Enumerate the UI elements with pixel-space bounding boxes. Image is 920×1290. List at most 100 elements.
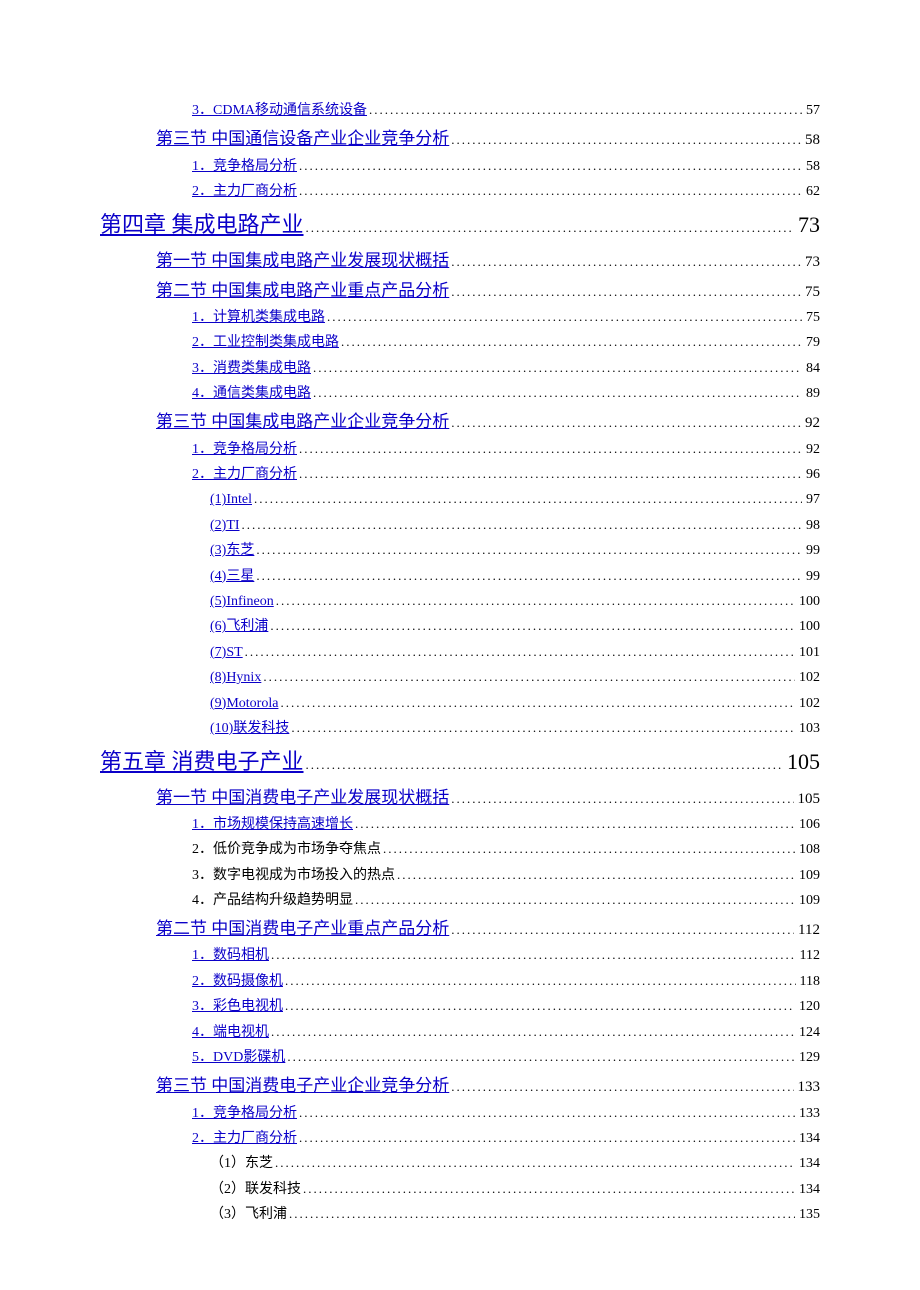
- leader-dots: [263, 667, 795, 689]
- leader-dots: [451, 277, 801, 304]
- entry-label[interactable]: (5)Infineon: [210, 591, 274, 613]
- toc-entry[interactable]: (2)TI98: [210, 515, 820, 537]
- entry-page: 135: [795, 1204, 820, 1226]
- entry-label[interactable]: 第四章 集成电路产业: [100, 207, 304, 242]
- entry-label[interactable]: (1)Intel: [210, 489, 252, 511]
- toc-entry[interactable]: 第五章 消费电子产业105: [100, 744, 820, 779]
- toc-entry[interactable]: 3．CDMA移动通信系统设备57: [192, 100, 820, 122]
- leader-dots: [299, 1103, 795, 1125]
- toc-entry[interactable]: 2．主力厂商分析134: [192, 1128, 820, 1150]
- entry-label[interactable]: 第一节 中国集成电路产业发展现状概括: [156, 247, 449, 274]
- toc-entry[interactable]: (7)ST101: [210, 642, 820, 664]
- toc-entry[interactable]: 第二节 中国集成电路产业重点产品分析75: [156, 277, 820, 304]
- entry-label[interactable]: (8)Hynix: [210, 667, 261, 689]
- entry-label[interactable]: (2)TI: [210, 515, 240, 537]
- entry-label[interactable]: 第三节 中国集成电路产业企业竞争分析: [156, 408, 449, 435]
- leader-dots: [245, 642, 795, 664]
- entry-label[interactable]: 4．端电视机: [192, 1022, 269, 1044]
- toc-entry[interactable]: (4)三星99: [210, 566, 820, 588]
- entry-label[interactable]: 5．DVD影碟机: [192, 1047, 285, 1069]
- toc-entry[interactable]: 2．主力厂商分析62: [192, 181, 820, 203]
- leader-dots: [327, 307, 802, 329]
- toc-entry[interactable]: 第四章 集成电路产业73: [100, 207, 820, 242]
- entry-label[interactable]: 第五章 消费电子产业: [100, 744, 304, 779]
- entry-label[interactable]: 2．工业控制类集成电路: [192, 332, 339, 354]
- toc-entry[interactable]: 1．市场规模保持高速增长106: [192, 814, 820, 836]
- toc-entry[interactable]: (6)飞利浦100: [210, 616, 820, 638]
- entry-label[interactable]: (10)联发科技: [210, 718, 289, 740]
- toc-entry[interactable]: 1．计算机类集成电路 75: [192, 307, 820, 329]
- entry-page: 102: [795, 693, 820, 715]
- entry-label[interactable]: 3．彩色电视机: [192, 996, 283, 1018]
- entry-page: 99: [802, 540, 820, 562]
- toc-entry[interactable]: 第二节 中国消费电子产业重点产品分析112: [156, 915, 820, 942]
- toc-entry[interactable]: 2．工业控制类集成电路79: [192, 332, 820, 354]
- entry-label[interactable]: 4．通信类集成电路: [192, 383, 311, 405]
- toc-entry[interactable]: 2．数码摄像机118: [192, 971, 820, 993]
- leader-dots: [280, 693, 795, 715]
- entry-label[interactable]: 第二节 中国集成电路产业重点产品分析: [156, 277, 449, 304]
- entry-label[interactable]: 2．主力厂商分析: [192, 181, 297, 203]
- leader-dots: [451, 915, 794, 942]
- toc-entry[interactable]: 3．消费类集成电路84: [192, 358, 820, 380]
- entry-page: 75: [802, 307, 820, 329]
- entry-label[interactable]: 1．竞争格局分析: [192, 439, 297, 461]
- leader-dots: [313, 358, 802, 380]
- entry-page: 134: [795, 1179, 820, 1201]
- leader-dots: [270, 616, 795, 638]
- toc-entry[interactable]: 2．主力厂商分析 96: [192, 464, 820, 486]
- entry-label[interactable]: 2．主力厂商分析: [192, 1128, 297, 1150]
- toc-entry: （2）联发科技 134: [210, 1179, 820, 1201]
- toc-entry[interactable]: 1．竞争格局分析58: [192, 156, 820, 178]
- entry-page: 100: [795, 591, 820, 613]
- toc-entry[interactable]: 1．数码相机112: [192, 945, 820, 967]
- entry-label[interactable]: (7)ST: [210, 642, 243, 664]
- leader-dots: [451, 1072, 793, 1099]
- leader-dots: [341, 332, 802, 354]
- toc-entry[interactable]: 第三节 中国集成电路产业企业竞争分析92: [156, 408, 820, 435]
- entry-page: 102: [795, 667, 820, 689]
- entry-page: 96: [802, 464, 820, 486]
- leader-dots: [355, 814, 795, 836]
- entry-label[interactable]: 2．主力厂商分析: [192, 464, 297, 486]
- entry-label[interactable]: (6)飞利浦: [210, 616, 268, 638]
- toc-entry[interactable]: 5．DVD影碟机 129: [192, 1047, 820, 1069]
- toc-entry[interactable]: 3．彩色电视机120: [192, 996, 820, 1018]
- leader-dots: [451, 247, 801, 274]
- leader-dots: [299, 464, 802, 486]
- toc-entry[interactable]: 第三节 中国消费电子产业企业竞争分析133: [156, 1072, 820, 1099]
- toc-entry[interactable]: 1．竞争格局分析133: [192, 1103, 820, 1125]
- toc-entry[interactable]: (1)Intel97: [210, 489, 820, 511]
- entry-label[interactable]: 第二节 中国消费电子产业重点产品分析: [156, 915, 449, 942]
- toc-entry[interactable]: 第三节 中国通信设备产业企业竞争分析58: [156, 125, 820, 152]
- leader-dots: [383, 839, 795, 861]
- entry-label[interactable]: 2．数码摄像机: [192, 971, 283, 993]
- entry-label[interactable]: 1．市场规模保持高速增长: [192, 814, 353, 836]
- entry-page: 129: [795, 1047, 820, 1069]
- entry-label[interactable]: 第一节 中国消费电子产业发展现状概括: [156, 784, 449, 811]
- entry-label[interactable]: (3)东芝: [210, 540, 254, 562]
- entry-label[interactable]: 1．竞争格局分析: [192, 156, 297, 178]
- entry-label[interactable]: 1．数码相机: [192, 945, 269, 967]
- entry-label[interactable]: 第三节 中国通信设备产业企业竞争分析: [156, 125, 449, 152]
- entry-page: 103: [795, 718, 820, 740]
- toc-entry[interactable]: 第一节 中国集成电路产业发展现状概括73: [156, 247, 820, 274]
- toc-entry[interactable]: 第一节 中国消费电子产业发展现状概括105: [156, 784, 820, 811]
- toc-entry[interactable]: (8)Hynix 102: [210, 667, 820, 689]
- toc-entry[interactable]: 1．竞争格局分析92: [192, 439, 820, 461]
- leader-dots: [275, 1153, 795, 1175]
- entry-label[interactable]: 3．CDMA移动通信系统设备: [192, 100, 367, 122]
- entry-label[interactable]: (4)三星: [210, 566, 254, 588]
- entry-label[interactable]: (9)Motorola: [210, 693, 278, 715]
- entry-label[interactable]: 3．消费类集成电路: [192, 358, 311, 380]
- entry-label[interactable]: 1．竞争格局分析: [192, 1103, 297, 1125]
- entry-label[interactable]: 1．计算机类集成电路: [192, 307, 325, 329]
- toc-entry[interactable]: (9)Motorola 102: [210, 693, 820, 715]
- toc-entry[interactable]: 4．通信类集成电路89: [192, 383, 820, 405]
- toc-entry[interactable]: (3)东芝 99: [210, 540, 820, 562]
- toc-entry[interactable]: (10)联发科技 103: [210, 718, 820, 740]
- entry-label: （2）联发科技: [210, 1179, 301, 1201]
- entry-label[interactable]: 第三节 中国消费电子产业企业竞争分析: [156, 1072, 449, 1099]
- toc-entry[interactable]: 4．端电视机124: [192, 1022, 820, 1044]
- toc-entry[interactable]: (5)Infineon 100: [210, 591, 820, 613]
